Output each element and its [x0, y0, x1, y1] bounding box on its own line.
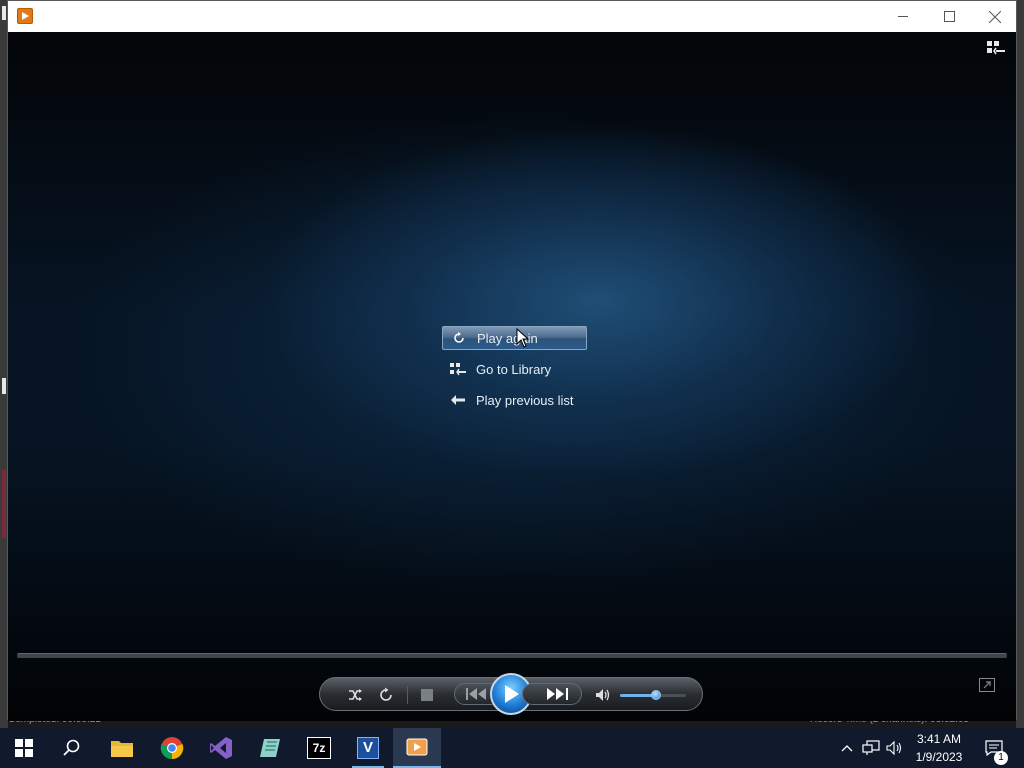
next-button[interactable] [522, 683, 582, 705]
speaker-icon [596, 689, 610, 701]
now-playing-area[interactable]: Play again Go to Library Play previous l… [8, 32, 1016, 721]
notification-count-badge: 1 [994, 751, 1008, 765]
background-mark [2, 6, 6, 20]
switch-to-library-icon[interactable] [986, 40, 1006, 56]
search-icon [63, 739, 80, 756]
volume-slider[interactable] [620, 690, 686, 700]
taskbar-7zip[interactable]: 7z [295, 728, 343, 768]
play-icon [505, 685, 519, 703]
taskbar-visual-studio[interactable] [197, 728, 245, 768]
chrome-icon [160, 737, 184, 760]
stop-button[interactable] [420, 688, 434, 702]
fullscreen-icon[interactable] [979, 678, 995, 692]
end-of-playback-menu: Play again Go to Library Play previous l… [442, 326, 587, 419]
7zip-icon: 7z [307, 737, 331, 759]
background-window-edge-right [1016, 0, 1024, 728]
windows-logo-icon [15, 739, 33, 757]
taskbar-media-player[interactable] [393, 728, 441, 768]
minimize-button[interactable] [880, 1, 926, 32]
search-button[interactable] [48, 728, 96, 768]
chevron-up-icon [841, 745, 853, 752]
previous-icon [466, 688, 486, 700]
media-player-icon [406, 738, 428, 756]
repeat-icon [380, 687, 392, 701]
close-icon [989, 10, 1001, 23]
title-bar[interactable] [8, 1, 1016, 32]
next-icon [547, 688, 568, 700]
playback-controls [319, 673, 703, 715]
library-icon [448, 361, 468, 377]
speaker-icon [886, 741, 902, 755]
play-again-item[interactable]: Play again [442, 326, 587, 350]
back-arrow-icon [448, 392, 468, 408]
mouse-cursor-icon [516, 328, 530, 348]
replay-icon [449, 330, 469, 346]
maximize-button[interactable] [926, 1, 972, 32]
v-icon: V [357, 737, 379, 759]
taskbar: 7z V 3:41 AM 1/9/2023 [0, 728, 1024, 768]
repeat-button[interactable] [377, 686, 395, 704]
editor-icon [260, 739, 280, 757]
maximize-icon [943, 11, 955, 22]
media-player-window: Play again Go to Library Play previous l… [7, 0, 1017, 721]
play-previous-list-label: Play previous list [476, 392, 574, 408]
volume-tray-button[interactable] [884, 728, 906, 768]
show-hidden-icons-button[interactable] [838, 728, 856, 768]
folder-icon [111, 741, 133, 757]
media-player-app-icon[interactable] [17, 8, 33, 24]
taskbar-editor[interactable] [246, 728, 294, 768]
taskbar-app-v[interactable]: V [344, 728, 392, 768]
stop-icon [421, 689, 433, 701]
taskbar-file-explorer[interactable] [98, 728, 146, 768]
play-previous-list-item[interactable]: Play previous list [442, 388, 587, 412]
volume-thumb[interactable] [651, 690, 662, 700]
shuffle-button[interactable] [346, 686, 364, 704]
go-to-library-label: Go to Library [476, 361, 552, 377]
seek-bar[interactable] [17, 653, 1007, 658]
shuffle-icon [349, 689, 362, 701]
start-button[interactable] [0, 728, 48, 768]
close-button[interactable] [972, 1, 1018, 32]
background-mark [2, 470, 6, 538]
background-mark [2, 378, 6, 394]
network-tray-button[interactable] [860, 728, 882, 768]
network-icon [862, 740, 880, 755]
taskbar-clock[interactable]: 3:41 AM 1/9/2023 [908, 730, 970, 766]
go-to-library-item[interactable]: Go to Library [442, 357, 587, 381]
taskbar-chrome[interactable] [148, 728, 196, 768]
visual-studio-icon [210, 737, 232, 759]
mute-button[interactable] [594, 686, 612, 704]
clock-date: 1/9/2023 [915, 750, 963, 764]
separator [407, 686, 408, 704]
clock-time: 3:41 AM [916, 732, 962, 746]
minimize-icon [897, 16, 908, 17]
